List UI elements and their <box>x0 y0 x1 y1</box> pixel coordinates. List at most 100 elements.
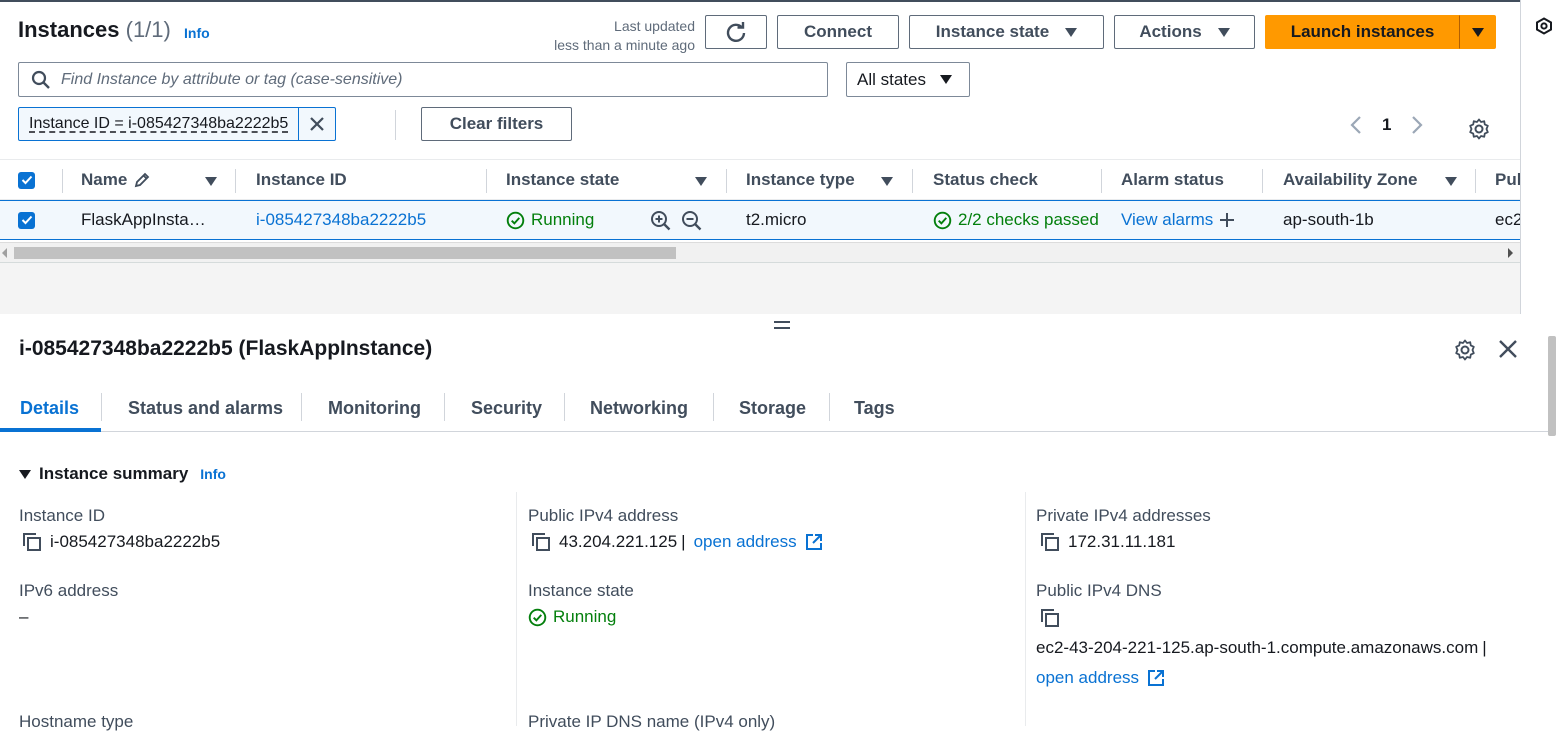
actions-label: Actions <box>1139 22 1202 41</box>
column-header-status-check[interactable]: Status check <box>933 160 1038 200</box>
gear-icon[interactable] <box>1453 338 1477 362</box>
separator: | <box>1482 638 1487 657</box>
states-select[interactable]: All states <box>846 62 970 97</box>
open-address-link[interactable]: open address <box>1036 668 1139 688</box>
column-header-instance-type[interactable]: Instance type <box>746 160 855 200</box>
column-divider <box>486 169 487 193</box>
column-divider <box>516 492 517 726</box>
copy-icon[interactable] <box>531 532 551 552</box>
connect-label: Connect <box>804 22 872 41</box>
tab-divider <box>564 393 565 421</box>
launch-instances-button[interactable]: Launch instances <box>1265 15 1460 49</box>
current-page[interactable]: 1 <box>1382 115 1391 135</box>
scrollbar-thumb[interactable] <box>14 247 676 259</box>
checkbox[interactable] <box>18 171 35 189</box>
zoom-in-icon[interactable] <box>650 210 671 231</box>
close-icon[interactable] <box>1497 338 1519 360</box>
connect-button[interactable]: Connect <box>777 15 899 49</box>
tab-monitoring[interactable]: Monitoring <box>328 385 421 431</box>
filter-token-label[interactable]: Instance ID = i-085427348ba2222b5 <box>19 108 298 140</box>
column-header-alarm-status[interactable]: Alarm status <box>1121 160 1224 200</box>
info-link[interactable]: Info <box>200 466 226 482</box>
launch-dropdown-button[interactable] <box>1459 15 1496 49</box>
refresh-button[interactable] <box>705 15 767 49</box>
field-label-ipv6: IPv6 address <box>19 581 119 600</box>
sort-icon[interactable] <box>1445 177 1457 186</box>
status-success-icon <box>528 608 547 626</box>
cell-instance-type: t2.micro <box>746 210 807 229</box>
search-input[interactable] <box>61 70 801 89</box>
scroll-left-icon[interactable] <box>2 248 8 258</box>
column-divider <box>1025 492 1026 726</box>
tab-tags[interactable]: Tags <box>854 385 895 431</box>
state-text: Running <box>531 210 595 229</box>
status-success-icon <box>933 211 952 229</box>
search-box[interactable] <box>18 62 828 97</box>
last-updated-label: Last updated <box>614 18 695 34</box>
column-divider <box>912 169 913 193</box>
gear-icon[interactable] <box>1467 117 1491 141</box>
copy-icon[interactable] <box>22 532 42 552</box>
tab-status-and-alarms[interactable]: Status and alarms <box>128 385 283 431</box>
copy-icon[interactable] <box>1040 608 1060 628</box>
cell-name: FlaskAppInsta… <box>81 210 206 229</box>
remove-filter-button[interactable] <box>298 108 335 140</box>
row-checkbox[interactable] <box>18 201 35 239</box>
field-value-private-ipv4: 172.31.11.181 <box>1040 532 1175 552</box>
view-alarms-link[interactable]: View alarms <box>1121 210 1213 230</box>
field-label-private-ipv4: Private IPv4 addresses <box>1036 506 1211 525</box>
caret-down-icon <box>1217 27 1230 37</box>
sort-icon[interactable] <box>205 177 217 186</box>
instance-count: (1/1) <box>125 17 171 42</box>
horizontal-scrollbar[interactable] <box>0 242 1520 262</box>
column-divider <box>1101 169 1102 193</box>
table-row[interactable]: FlaskAppInsta… i-085427348ba2222b5 Runni… <box>0 200 1520 240</box>
tab-security[interactable]: Security <box>471 385 542 431</box>
tab-networking[interactable]: Networking <box>590 385 688 431</box>
chevron-left-icon[interactable] <box>1350 115 1362 135</box>
external-link-icon[interactable] <box>805 533 823 551</box>
checkbox[interactable] <box>18 211 35 229</box>
states-select-value: All states <box>857 69 926 89</box>
cell-alarm-status: View alarms <box>1121 201 1235 239</box>
tab-divider <box>713 393 714 421</box>
close-icon <box>310 117 325 131</box>
tab-details[interactable]: Details <box>20 385 79 431</box>
column-header-name[interactable]: Name <box>81 160 151 200</box>
last-updated: Last updated less than a minute ago <box>520 17 695 55</box>
copy-icon[interactable] <box>1040 532 1060 552</box>
column-header-public[interactable]: Pul <box>1495 160 1520 200</box>
public-ipv4-value: 43.204.221.125 <box>559 532 678 551</box>
cell-instance-id-link[interactable]: i-085427348ba2222b5 <box>256 201 426 239</box>
column-header-instance-state[interactable]: Instance state <box>506 160 619 200</box>
tab-storage[interactable]: Storage <box>739 385 806 431</box>
instance-summary-header[interactable]: Instance summary Info <box>19 464 226 484</box>
shield-icon[interactable] <box>1535 17 1553 35</box>
column-header-instance-id[interactable]: Instance ID <box>256 160 347 200</box>
external-link-icon[interactable] <box>1147 669 1165 687</box>
open-address-link[interactable]: open address <box>694 532 797 552</box>
open-address-row: open address <box>1036 668 1165 688</box>
plus-icon[interactable] <box>1219 212 1235 228</box>
instance-state-button[interactable]: Instance state <box>909 15 1104 49</box>
chevron-right-icon[interactable] <box>1411 115 1424 135</box>
sort-icon[interactable] <box>695 177 707 186</box>
actions-button[interactable]: Actions <box>1114 15 1255 49</box>
pencil-icon <box>135 172 150 188</box>
filter-token[interactable]: Instance ID = i-085427348ba2222b5 <box>18 107 337 141</box>
sort-icon[interactable] <box>881 177 893 186</box>
column-header-label: Alarm status <box>1121 170 1224 189</box>
vertical-scrollbar[interactable] <box>1548 336 1556 436</box>
pagination: 1 <box>1350 115 1424 135</box>
status-check-text: 2/2 checks passed <box>958 210 1099 229</box>
select-all-checkbox[interactable] <box>18 160 35 200</box>
resize-handle[interactable] <box>774 321 790 333</box>
field-value-instance-state: Running <box>528 607 616 627</box>
zoom-out-icon[interactable] <box>681 210 702 231</box>
check-icon <box>21 175 32 185</box>
info-link[interactable]: Info <box>184 25 210 41</box>
scroll-right-icon[interactable] <box>1507 248 1513 258</box>
clear-filters-button[interactable]: Clear filters <box>421 107 572 141</box>
column-header-availability-zone[interactable]: Availability Zone <box>1283 160 1417 200</box>
field-label-public-dns: Public IPv4 DNS <box>1036 581 1162 600</box>
